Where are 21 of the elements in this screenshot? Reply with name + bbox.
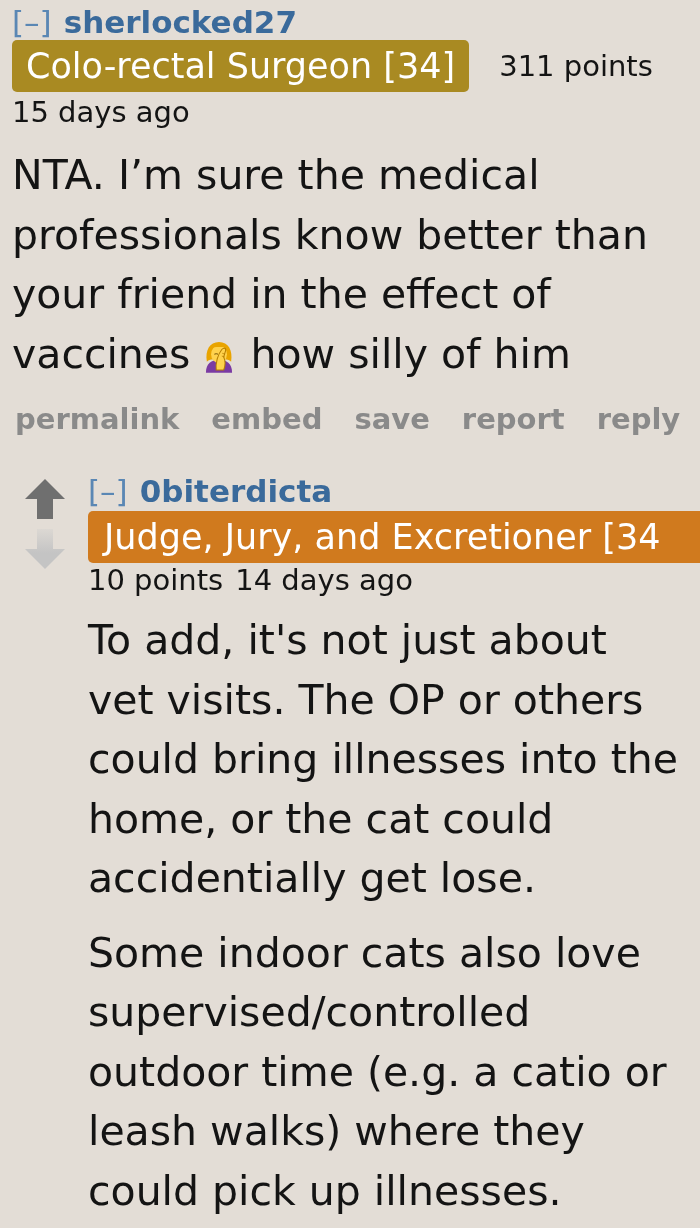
- timestamp: 15 days ago: [12, 94, 190, 131]
- comment-action-link[interactable]: embed: [211, 399, 323, 439]
- username-link[interactable]: 0biterdicta: [139, 474, 333, 508]
- user-flair: Judge, Jury, and Excretioner [34: [88, 511, 700, 563]
- woman-facepalm-emoji-icon: [205, 340, 234, 373]
- timestamp: 14 days ago: [235, 563, 413, 597]
- points-count: 10 points: [88, 563, 224, 597]
- comment-text: how silly of him: [250, 329, 571, 378]
- comment-action-link[interactable]: permalink: [15, 399, 180, 439]
- collapse-toggle[interactable]: [–]: [12, 5, 52, 39]
- collapse-toggle[interactable]: [–]: [88, 474, 128, 508]
- comment-text: Some indoor cats also love supervised/controlled outdoor time (e.g. a catio or leash walks) where they could pick up illnesses.: [88, 927, 667, 1217]
- username-link[interactable]: sherlocked27: [63, 5, 297, 39]
- comment-action-link[interactable]: report: [461, 399, 565, 439]
- up-arrow-icon[interactable]: [25, 479, 65, 519]
- comment-action-link[interactable]: save: [354, 399, 430, 439]
- user-flair: Colo-rectal Surgeon [34]: [12, 40, 470, 92]
- points-count: 311 points: [499, 48, 653, 85]
- comment-action-link[interactable]: reply: [596, 399, 681, 439]
- comment-text: To add, it's not just about vet visits. The OP or others could bring illnesses into the home, or the cat could accidentially get lose.: [88, 615, 678, 904]
- comment-text: vaccines: [12, 329, 191, 378]
